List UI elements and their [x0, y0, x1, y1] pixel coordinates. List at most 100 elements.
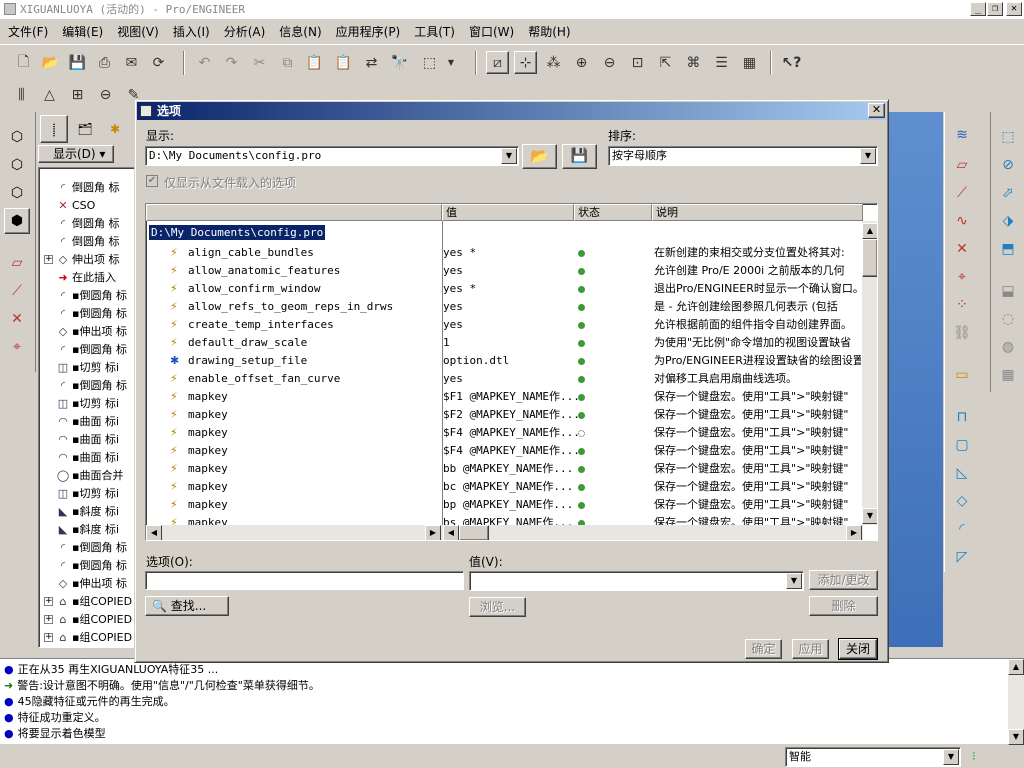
- column-header-description[interactable]: 说明: [652, 204, 863, 221]
- tree-item[interactable]: ◜ ▪倒圆角 标: [56, 287, 127, 305]
- hidden-line-icon[interactable]: ⬡: [4, 152, 30, 178]
- menu-tools[interactable]: 工具(T): [406, 20, 461, 40]
- menu-help[interactable]: 帮助(H): [520, 20, 576, 40]
- datum-axis-display-icon[interactable]: ⟋: [4, 278, 30, 304]
- option-row[interactable]: ⚡ default_draw_scale 1 为使用"无比例"命令增加的视图设置缺省: [146, 334, 863, 352]
- save-icon[interactable]: 💾: [66, 51, 89, 74]
- graphics-area[interactable]: [889, 112, 943, 647]
- copy-icon[interactable]: ⧉: [276, 51, 299, 74]
- apply-button[interactable]: 应用: [792, 639, 829, 659]
- scroll-down-icon[interactable]: ▼: [862, 508, 877, 524]
- option-row[interactable]: ✱ drawing_setup_file option.dtl 为Pro/ENGINE…: [146, 352, 863, 370]
- tree-item[interactable]: ◜ 倒圆角 标: [56, 215, 120, 233]
- scroll-up-icon[interactable]: ▲: [862, 223, 877, 239]
- options-vscroll[interactable]: ▲ ▼: [862, 221, 877, 525]
- selection-filter-combo[interactable]: 智能 ▼: [785, 747, 961, 767]
- datum-plane-toggle-icon[interactable]: ⧄: [486, 51, 509, 74]
- open-config-button[interactable]: 📂: [522, 144, 557, 169]
- option-row[interactable]: ⚡ allow_confirm_window yes * 退出Pro/ENGINEER…: [146, 280, 863, 298]
- minimize-button[interactable]: _: [970, 2, 986, 16]
- message-scrollbar[interactable]: ▲ ▼: [1008, 659, 1024, 745]
- save-config-button[interactable]: 💾: [562, 144, 597, 169]
- close-button[interactable]: 关闭: [838, 638, 878, 660]
- tree-item[interactable]: ◜ ▪倒圆角 标: [56, 539, 127, 557]
- chevron-down-icon[interactable]: ▼: [786, 573, 802, 589]
- menu-info[interactable]: 信息(N): [271, 20, 327, 40]
- message-scroll-up[interactable]: ▲: [1008, 659, 1024, 675]
- tree-item[interactable]: ◫ ▪切剪 标i: [56, 485, 119, 503]
- tree-item[interactable]: ◜ ▪倒圆角 标: [56, 341, 127, 359]
- value-combo[interactable]: ▼: [469, 571, 804, 591]
- revolve-tool-icon[interactable]: ⊘: [995, 152, 1021, 178]
- undo-icon[interactable]: ↶: [193, 51, 216, 74]
- chevron-down-icon[interactable]: ▼: [501, 148, 517, 164]
- paste-icon[interactable]: 📋: [303, 51, 326, 74]
- option-row[interactable]: ⚡ enable_offset_fan_curve yes 对偏移工具启用扇曲线选项。: [146, 370, 863, 388]
- hscroll-thumb[interactable]: [459, 525, 489, 540]
- tree-item[interactable]: ◠ ▪曲面 标i: [56, 413, 119, 431]
- options-hscroll[interactable]: ◀ ▶ ◀ ▶: [146, 525, 863, 540]
- delete-button[interactable]: 删除: [809, 596, 878, 616]
- tree-item[interactable]: ✕ CSO: [56, 197, 95, 215]
- draft-tool-icon[interactable]: ◇: [949, 488, 975, 514]
- datum-tool-icon[interactable]: △: [38, 83, 61, 106]
- wave-curve-icon[interactable]: ≋: [949, 122, 975, 148]
- tree-item[interactable]: ◫ ▪切剪 标i: [56, 359, 119, 377]
- reorient-icon[interactable]: ⇱: [654, 51, 677, 74]
- tree-item[interactable]: ◯ ▪曲面合并: [56, 467, 124, 485]
- tree-item[interactable]: ◜ ▪倒圆角 标: [56, 557, 127, 575]
- section-icon[interactable]: ⊖: [94, 83, 117, 106]
- tree-item[interactable]: ◠ ▪曲面 标i: [56, 431, 119, 449]
- edge-display-icon[interactable]: ⫼: [10, 83, 33, 106]
- rib-tool-icon[interactable]: ◺: [949, 460, 975, 486]
- folder-tab-icon[interactable]: 🗂: [74, 118, 96, 140]
- scroll-right-icon[interactable]: ▶: [846, 525, 862, 540]
- add-change-button[interactable]: 添加/更改: [809, 570, 878, 590]
- send-mail-icon[interactable]: ✉: [120, 51, 143, 74]
- restore-button[interactable]: ❐: [987, 2, 1003, 16]
- chevron-down-icon[interactable]: ▼: [860, 148, 876, 164]
- shaded-icon[interactable]: ⬢: [4, 208, 30, 234]
- tree-item[interactable]: ◇ 伸出项 标: [56, 251, 120, 269]
- chevron-down-icon[interactable]: ▼: [943, 749, 959, 765]
- option-row[interactable]: ⚡ mapkey $F1 @MAPKEY_NAME作... 保存一个键盘宏。使用"工具…: [146, 388, 863, 406]
- regenerate-model-icon[interactable]: ⇄: [360, 51, 383, 74]
- link-tool-icon[interactable]: ⛓: [949, 320, 975, 346]
- only-loaded-checkbox[interactable]: ✔: [146, 175, 158, 187]
- shell-tool-icon[interactable]: ▢: [949, 432, 975, 458]
- tree-item[interactable]: ➜ 在此插入: [56, 269, 116, 287]
- cut-icon[interactable]: ✂: [248, 51, 271, 74]
- tree-item[interactable]: ◜ 倒圆角 标: [56, 179, 120, 197]
- tree-item[interactable]: ◇ ▪伸出项 标: [56, 575, 127, 593]
- pattern-tool-icon[interactable]: ▦: [995, 362, 1021, 388]
- scroll-left-value-icon[interactable]: ◀: [443, 525, 459, 540]
- axis-tool-icon[interactable]: ⟋: [949, 180, 975, 206]
- option-row[interactable]: ⚡ mapkey $F2 @MAPKEY_NAME作... 保存一个键盘宏。使用"工具…: [146, 406, 863, 424]
- model-tree-tab-icon[interactable]: ⸽: [40, 115, 68, 143]
- tree-item[interactable]: ⌂ ▪组COPIED: [56, 593, 133, 611]
- menu-view[interactable]: 视图(V): [109, 20, 165, 40]
- option-row[interactable]: ⚡ mapkey bc @MAPKEY_NAME作... 保存一个键盘宏。使用"工具"…: [146, 478, 863, 496]
- scroll-left-icon[interactable]: ◀: [146, 525, 162, 540]
- menu-insert[interactable]: 插入(I): [165, 20, 216, 40]
- saved-views-icon[interactable]: ⌘: [682, 51, 705, 74]
- analysis-tool-icon[interactable]: ⁘: [949, 292, 975, 318]
- merge-tool-icon[interactable]: ◌: [995, 306, 1021, 332]
- option-row[interactable]: ⚡ mapkey bs @MAPKEY_NAME作... 保存一个键盘宏。使用"工具"…: [146, 514, 863, 525]
- option-row[interactable]: ⚡ allow_anatomic_features yes 允许创建 Pro/E 20…: [146, 262, 863, 280]
- ok-button[interactable]: 确定: [745, 639, 782, 659]
- option-row[interactable]: ⚡ align_cable_bundles yes * 在新创建的束相交或分支位置处将…: [146, 244, 863, 262]
- round-tool-icon[interactable]: ◜: [949, 516, 975, 542]
- option-row[interactable]: ⚡ create_temp_interfaces yes 允许根据前面的组件指令自动创…: [146, 316, 863, 334]
- trim-tool-icon[interactable]: ◍: [995, 334, 1021, 360]
- datum-plane-display-icon[interactable]: ▱: [4, 250, 30, 276]
- tree-item[interactable]: ◜ ▪倒圆角 标: [56, 377, 127, 395]
- column-header-name[interactable]: [146, 204, 442, 221]
- browse-button[interactable]: 浏览...: [469, 597, 526, 617]
- expand-toggle-icon[interactable]: +: [44, 633, 53, 642]
- boundary-tool-icon[interactable]: ⬒: [995, 236, 1021, 262]
- option-row[interactable]: ⚡ mapkey bp @MAPKEY_NAME作... 保存一个键盘宏。使用"工具"…: [146, 496, 863, 514]
- display-file-combo[interactable]: D:\My Documents\config.pro ▼: [145, 146, 519, 166]
- column-header-status[interactable]: 状态: [574, 204, 652, 221]
- csys-display-icon[interactable]: ⌖: [4, 334, 30, 360]
